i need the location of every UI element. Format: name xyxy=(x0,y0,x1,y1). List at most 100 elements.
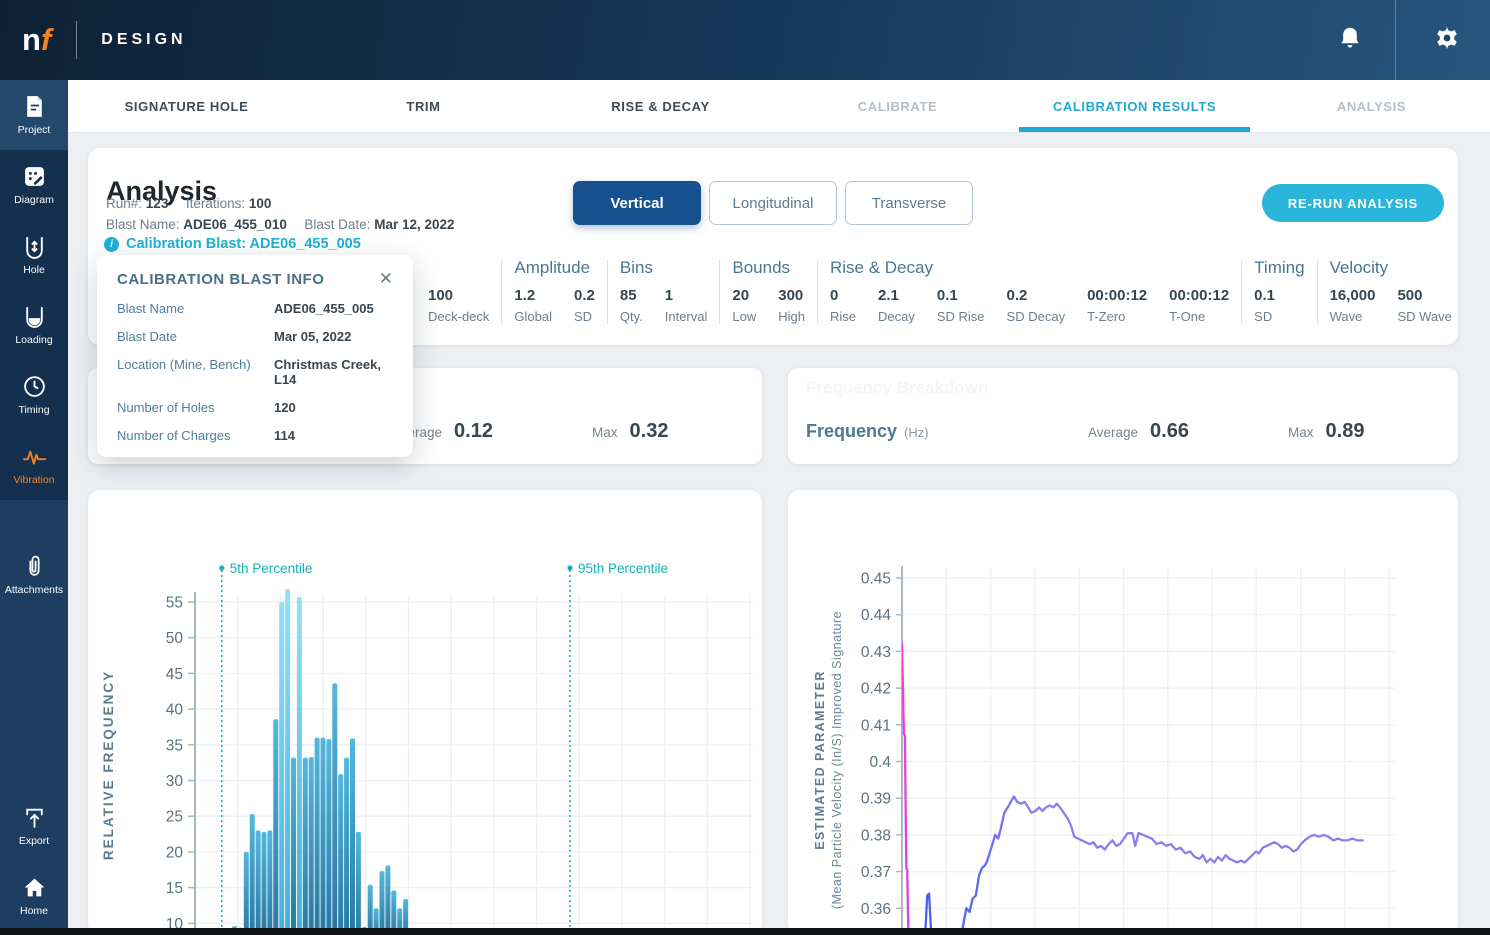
popup-row-label: Blast Date xyxy=(117,329,274,344)
calibration-blast-link-label: Calibration Blast: ADE06_455_005 xyxy=(126,236,361,252)
histogram-bar xyxy=(338,774,343,935)
y-tick-label: 40 xyxy=(166,702,184,719)
blast-meta: Blast Name: ADE06_455_010 Blast Date: Ma… xyxy=(106,217,455,232)
parameter-value: 0.1 xyxy=(937,287,985,304)
parameter-item: 2.1Decay xyxy=(878,287,915,324)
parameter-items: 16,000Wave500SD Wave xyxy=(1330,287,1452,324)
histogram-bar xyxy=(356,832,361,935)
vertical-toggle-button[interactable]: Vertical xyxy=(573,181,701,225)
tab-analysis[interactable]: ANALYSIS xyxy=(1253,80,1490,132)
histogram-bar xyxy=(303,758,308,935)
y-tick-label: 55 xyxy=(166,595,183,612)
settings-button[interactable] xyxy=(1418,11,1476,69)
tab-trim[interactable]: TRIM xyxy=(305,80,542,132)
parameter-value: 00:00:12 xyxy=(1169,287,1229,304)
parameter-value: 0.1 xyxy=(1254,287,1275,304)
average-stat: Average0.66 xyxy=(1088,420,1288,443)
histogram-bar xyxy=(344,758,349,935)
sidebar-item-label: Project xyxy=(18,124,51,136)
parameter-value: 1.2 xyxy=(514,287,552,304)
parameter-value: 100 xyxy=(428,287,489,304)
home-icon xyxy=(22,875,47,900)
sidebar-item-hole[interactable]: Hole xyxy=(0,220,68,290)
histogram-bar xyxy=(321,738,326,935)
sidebar-item-timing[interactable]: Timing xyxy=(0,360,68,430)
histogram-bar xyxy=(250,814,255,935)
parameter-group-title: Timing xyxy=(1254,258,1304,280)
parameter-item: 85Qty. xyxy=(620,287,643,324)
close-button[interactable]: ✕ xyxy=(377,271,395,286)
info-icon: i xyxy=(104,237,119,252)
app-window: nf DESIGN Project Diagram Hole Loading Timin… xyxy=(0,0,1490,935)
sidebar-item-home[interactable]: Home xyxy=(0,861,68,931)
parameter-value: 300 xyxy=(778,287,805,304)
waveform-icon xyxy=(22,444,47,469)
parameter-value: 500 xyxy=(1397,287,1451,304)
parameter-items: 100Deck-deck xyxy=(428,287,489,324)
topbar-separator xyxy=(1395,0,1396,80)
parameter-item: 0Rise xyxy=(830,287,856,324)
average-value: 0.12 xyxy=(454,420,493,443)
metric-unit: (Hz) xyxy=(904,425,929,440)
parameter-label: Wave xyxy=(1330,309,1376,324)
popup-row-value: Mar 05, 2022 xyxy=(274,329,351,344)
parameter-group-title: Rise & Decay xyxy=(830,258,1229,280)
max-stat: Max 0.32 xyxy=(592,420,742,443)
parameter-label: SD Decay xyxy=(1007,309,1066,324)
y-tick-label: 0.44 xyxy=(861,607,892,624)
parameter-group-amplitude: Amplitude 1.2Global0.2SD xyxy=(502,258,606,324)
notifications-button[interactable] xyxy=(1321,11,1379,69)
parameter-label: T-One xyxy=(1169,309,1229,324)
metric-title: Frequency(Hz) xyxy=(806,421,929,442)
transverse-toggle-button[interactable]: Transverse xyxy=(845,181,973,225)
popup-row-value: ADE06_455_005 xyxy=(274,301,374,316)
max-label: Max xyxy=(592,425,618,440)
histogram-bar xyxy=(291,758,296,935)
sidebar-item-loading[interactable]: Loading xyxy=(0,290,68,360)
calibration-blast-link[interactable]: i Calibration Blast: ADE06_455_005 xyxy=(104,236,361,252)
parameter-group-title: Amplitude xyxy=(514,258,594,280)
sidebar-bottom: ExportHome xyxy=(0,791,68,931)
rerun-analysis-button[interactable]: RE-RUN ANALYSIS xyxy=(1262,184,1444,222)
run-value: 123 xyxy=(146,196,169,211)
sidebar-item-diagram[interactable]: Diagram xyxy=(0,150,68,220)
popup-row-value: 114 xyxy=(274,428,295,443)
iterations-value: 100 xyxy=(249,196,272,211)
tab-signature-hole[interactable]: SIGNATURE HOLE xyxy=(68,80,305,132)
parameter-label: Interval xyxy=(665,309,708,324)
parameter-group-deck: 100Deck-deck xyxy=(428,258,501,324)
document-icon xyxy=(22,94,47,119)
parameter-value: 0 xyxy=(830,287,856,304)
y-tick-label: 45 xyxy=(166,666,183,683)
sidebar-item-vibration[interactable]: Vibration xyxy=(0,430,68,500)
sidebar-item-attachments[interactable]: Attachments xyxy=(0,540,68,610)
percentile-label: 5th Percentile xyxy=(230,561,313,576)
sidebar-item-project[interactable]: Project xyxy=(0,80,68,150)
blast-name-value: ADE06_455_010 xyxy=(183,217,287,232)
y-tick-label: 0.38 xyxy=(861,827,891,844)
percentile-marker-dot xyxy=(567,565,572,570)
sidebar-item-label: Hole xyxy=(23,264,45,276)
parameter-value: 2.1 xyxy=(878,287,915,304)
parameter-label: SD xyxy=(1254,309,1275,324)
sidebar-item-label: Timing xyxy=(18,404,49,416)
sidebar-item-label: Loading xyxy=(15,334,52,346)
popup-rows: Blast NameADE06_455_005Blast DateMar 05,… xyxy=(117,301,395,443)
tab-bar: SIGNATURE HOLETRIMRISE & DECAYCALIBRATEC… xyxy=(68,80,1490,133)
parameter-group-title: Bounds xyxy=(732,258,805,280)
top-bar: nf DESIGN xyxy=(0,0,1490,80)
tab-calibrate[interactable]: CALIBRATE xyxy=(779,80,1016,132)
run-label: Run#: xyxy=(106,196,142,211)
parameter-items: 1.2Global0.2SD xyxy=(514,287,594,324)
longitudinal-toggle-button[interactable]: Longitudinal xyxy=(709,181,837,225)
y-tick-label: 35 xyxy=(166,737,183,754)
sidebar-item-export[interactable]: Export xyxy=(0,791,68,861)
popup-row: Number of Holes120 xyxy=(117,400,395,415)
y-tick-label: 0.41 xyxy=(861,717,891,734)
max-value: 0.32 xyxy=(630,420,669,443)
tab-calibration-results[interactable]: CALIBRATION RESULTS xyxy=(1016,80,1253,132)
y-axis-label-line1: ESTIMATED PARAMETER xyxy=(813,670,827,850)
tab-rise-decay[interactable]: RISE & DECAY xyxy=(542,80,779,132)
popup-row-label: Number of Holes xyxy=(117,400,274,415)
sidebar-item-label: Diagram xyxy=(14,194,54,206)
